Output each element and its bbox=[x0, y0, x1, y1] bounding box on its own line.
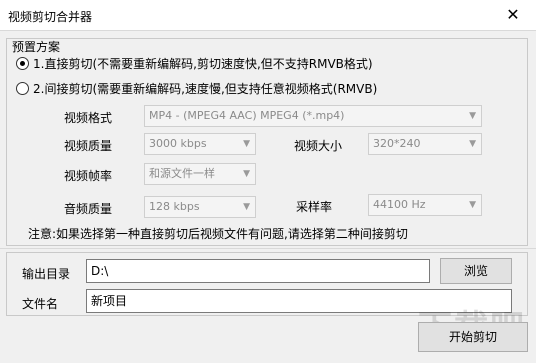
filename-label: 文件名 bbox=[22, 297, 59, 311]
output-dir-input[interactable]: D:\ bbox=[86, 259, 430, 283]
chevron-down-icon: ▼ bbox=[469, 200, 476, 210]
video-quality-label: 视频质量 bbox=[64, 139, 113, 153]
audio-quality-select[interactable]: 128 kbps ▼ bbox=[144, 196, 256, 218]
chevron-down-icon: ▼ bbox=[469, 111, 476, 121]
output-dir-label: 输出目录 bbox=[22, 267, 71, 281]
sample-rate-value: 44100 Hz bbox=[373, 198, 426, 211]
radio-indirect-cut[interactable] bbox=[16, 82, 29, 95]
browse-button[interactable]: 浏览 bbox=[440, 258, 512, 284]
video-size-select[interactable]: 320*240 ▼ bbox=[368, 133, 482, 155]
audio-quality-value: 128 kbps bbox=[149, 200, 200, 213]
video-format-select[interactable]: MP4 - (MPEG4 AAC) MPEG4 (*.mp4) ▼ bbox=[144, 105, 482, 127]
chevron-down-icon: ▼ bbox=[243, 139, 250, 149]
chevron-down-icon: ▼ bbox=[243, 202, 250, 212]
radio-indirect-cut-label[interactable]: 2.间接剪切(需要重新编解码,速度慢,但支持任意视频格式(RMVB) bbox=[33, 80, 377, 97]
chevron-down-icon: ▼ bbox=[243, 169, 250, 179]
divider bbox=[0, 248, 536, 249]
video-quality-value: 3000 kbps bbox=[149, 137, 207, 150]
start-cut-button[interactable]: 开始剪切 bbox=[418, 322, 528, 352]
note-text: 注意:如果选择第一种直接剪切后视频文件有问题,请选择第二种间接剪切 bbox=[28, 227, 408, 241]
video-format-label: 视频格式 bbox=[64, 111, 113, 125]
radio-direct-cut[interactable] bbox=[16, 57, 29, 70]
chevron-down-icon: ▼ bbox=[469, 139, 476, 149]
window-title: 视频剪切合并器 bbox=[8, 10, 93, 24]
video-size-value: 320*240 bbox=[373, 137, 421, 150]
radio-direct-cut-label[interactable]: 1.直接剪切(不需要重新编解码,剪切速度快,但不支持RMVB格式) bbox=[33, 55, 373, 72]
frame-rate-value: 和源文件一样 bbox=[149, 167, 215, 180]
sample-rate-label: 采样率 bbox=[296, 200, 333, 214]
close-icon[interactable]: ✕ bbox=[490, 0, 536, 30]
frame-rate-label: 视频帧率 bbox=[64, 169, 113, 183]
audio-quality-label: 音频质量 bbox=[64, 202, 113, 216]
frame-rate-select[interactable]: 和源文件一样 ▼ bbox=[144, 163, 256, 185]
sample-rate-select[interactable]: 44100 Hz ▼ bbox=[368, 194, 482, 216]
title-bar: 视频剪切合并器 ✕ bbox=[0, 0, 536, 30]
video-quality-select[interactable]: 3000 kbps ▼ bbox=[144, 133, 256, 155]
preset-group-title: 预置方案 bbox=[12, 40, 61, 54]
video-format-value: MP4 - (MPEG4 AAC) MPEG4 (*.mp4) bbox=[149, 109, 345, 122]
video-size-label: 视频大小 bbox=[294, 139, 343, 153]
